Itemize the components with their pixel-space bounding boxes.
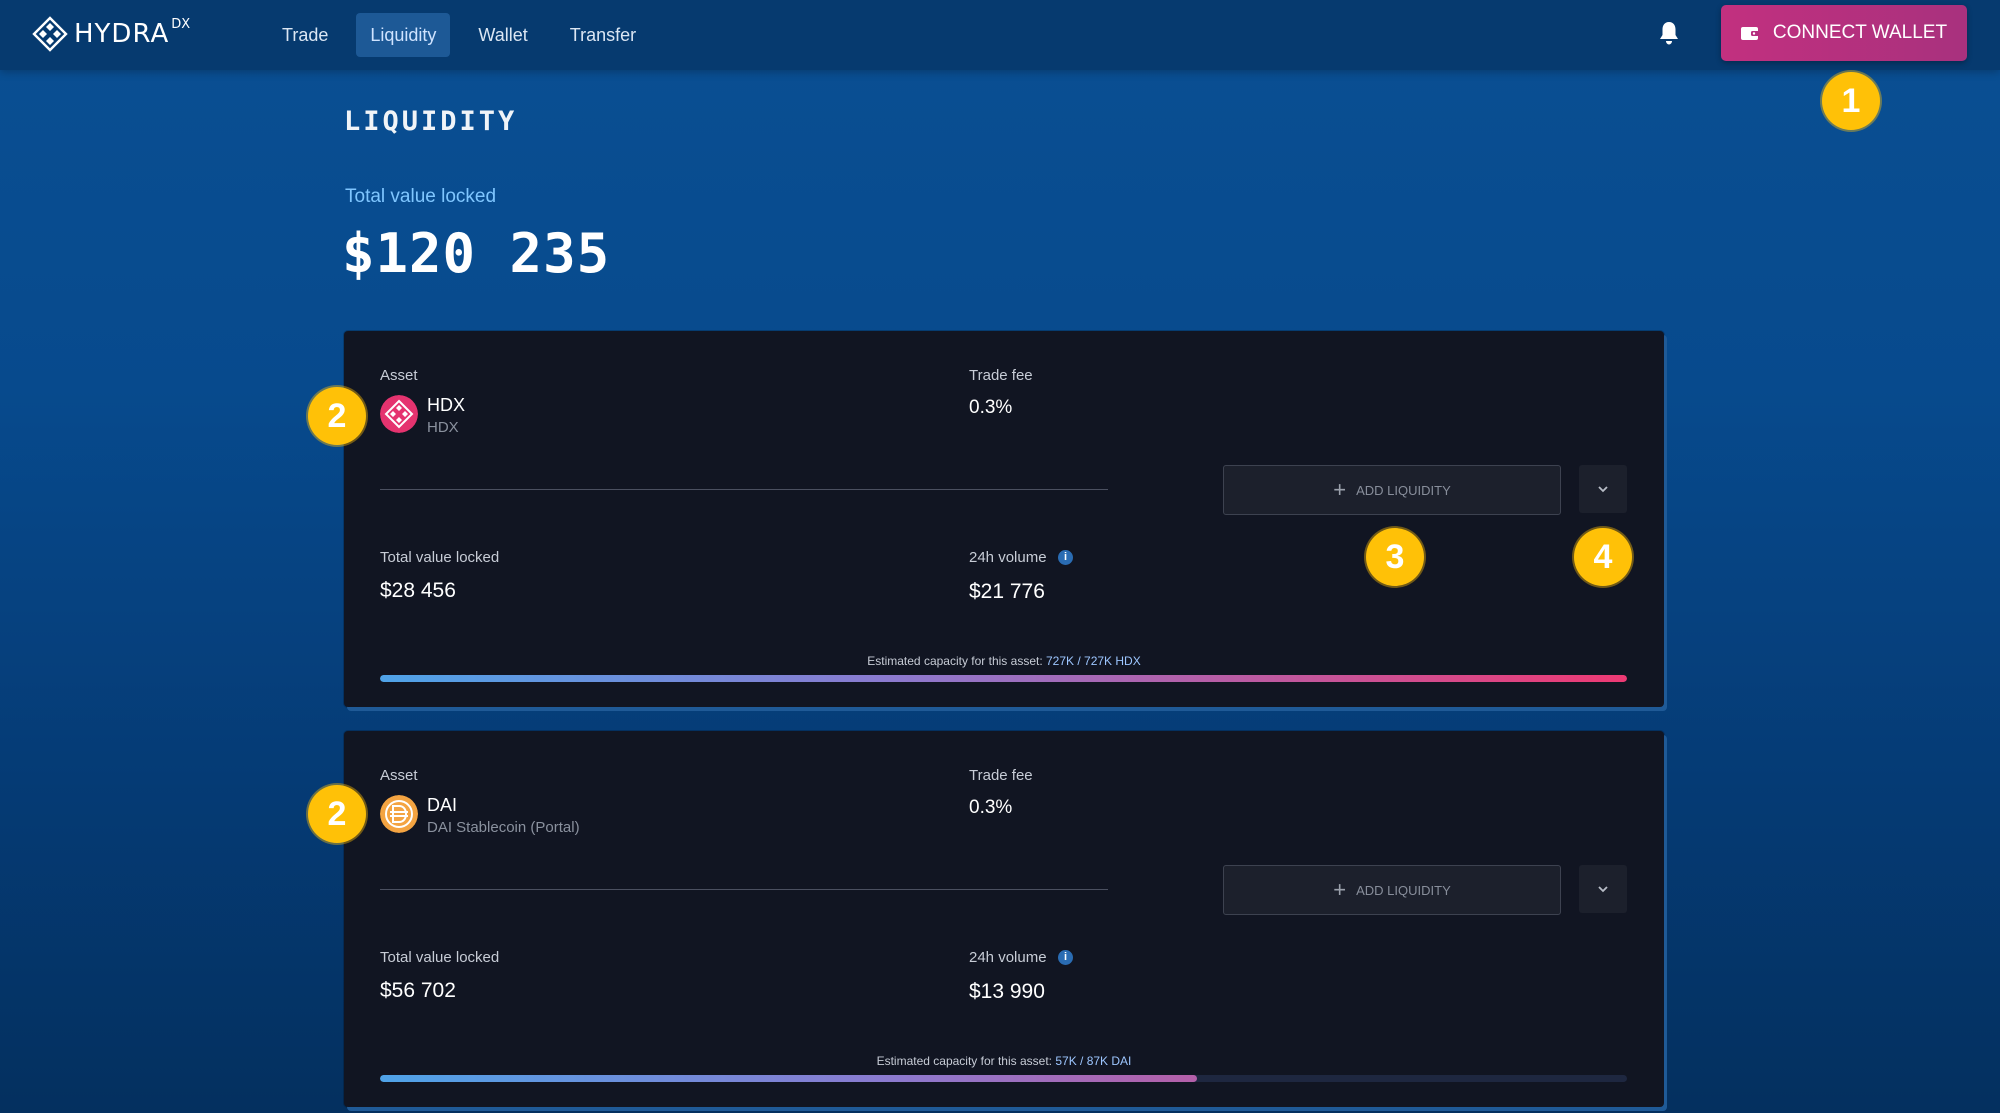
divider <box>380 489 1108 490</box>
trade-fee-label: Trade fee <box>969 767 1033 784</box>
capacity-label: Estimated capacity for this asset: <box>876 1054 1052 1068</box>
trade-fee-value: 0.3% <box>969 797 1013 818</box>
add-liquidity-label: ADD LIQUIDITY <box>1356 482 1451 498</box>
pool-card-hdx: Asset HDX HDX Trade fee 0.3% + ADD LIQUI… <box>344 331 1664 707</box>
plus-icon: + <box>1333 877 1347 902</box>
volume-24h-value: $13 990 <box>969 980 1045 1003</box>
chevron-down-icon <box>1598 886 1608 893</box>
capacity-bar-fill <box>380 1075 1197 1082</box>
top-bar: HYDRA DX Trade Liquidity Wallet Transfer… <box>0 0 2000 70</box>
asset-name: DAI Stablecoin (Portal) <box>427 819 580 836</box>
page-title: LIQUIDITY <box>344 106 518 137</box>
main-nav: Trade Liquidity Wallet Transfer <box>268 13 664 57</box>
capacity-bar <box>380 675 1627 682</box>
connect-wallet-label: CONNECT WALLET <box>1772 22 1948 43</box>
logo-text: HYDRA <box>74 19 170 49</box>
hdx-token-icon <box>380 395 418 433</box>
annotation-marker-4: 4 <box>1574 528 1632 586</box>
pool-tvl-label: Total value locked <box>380 949 500 966</box>
dai-token-icon <box>380 795 418 833</box>
pool-card-dai: Asset DAI DAI Stablecoin (Portal) Trade … <box>344 731 1664 1107</box>
pool-tvl-value: $56 702 <box>380 979 456 1002</box>
capacity-value: 727K / 727K HDX <box>1046 654 1141 668</box>
logo-superscript: DX <box>171 16 191 32</box>
add-liquidity-button[interactable]: + ADD LIQUIDITY <box>1223 865 1561 915</box>
capacity-text: Estimated capacity for this asset: 727K … <box>344 654 1664 668</box>
total-value-locked-label: Total value locked <box>345 186 497 207</box>
volume-24h-value: $21 776 <box>969 580 1045 603</box>
plus-icon: + <box>1333 477 1347 502</box>
annotation-marker-1: 1 <box>1822 72 1880 130</box>
hydradx-logo-icon <box>32 16 68 52</box>
capacity-bar <box>380 1075 1627 1082</box>
capacity-label: Estimated capacity for this asset: <box>867 654 1043 668</box>
divider <box>380 889 1108 890</box>
chevron-down-icon <box>1598 486 1608 493</box>
pool-tvl-label: Total value locked <box>380 549 500 566</box>
info-icon[interactable]: i <box>1058 550 1073 565</box>
info-icon[interactable]: i <box>1058 950 1073 965</box>
hydradx-logo[interactable]: HYDRA DX <box>32 14 190 54</box>
connect-wallet-button[interactable]: CONNECT WALLET <box>1721 5 1967 61</box>
capacity-value: 57K / 87K DAI <box>1055 1054 1132 1068</box>
nav-wallet[interactable]: Wallet <box>464 13 541 57</box>
nav-transfer[interactable]: Transfer <box>556 13 650 57</box>
capacity-text: Estimated capacity for this asset: 57K /… <box>344 1054 1664 1068</box>
annotation-marker-2: 2 <box>308 387 366 445</box>
annotation-marker-2: 2 <box>308 785 366 843</box>
add-liquidity-label: ADD LIQUIDITY <box>1356 882 1451 898</box>
pool-tvl-value: $28 456 <box>380 579 456 602</box>
nav-trade[interactable]: Trade <box>268 13 342 57</box>
asset-symbol: HDX <box>427 395 466 415</box>
nav-liquidity[interactable]: Liquidity <box>356 13 451 57</box>
expand-pool-button[interactable] <box>1579 865 1627 913</box>
bell-icon[interactable] <box>1658 20 1680 46</box>
asset-symbol: DAI <box>427 795 458 815</box>
expand-pool-button[interactable] <box>1579 465 1627 513</box>
volume-24h-label: 24h volume <box>969 949 1047 966</box>
asset-label: Asset <box>380 367 418 384</box>
trade-fee-value: 0.3% <box>969 397 1013 418</box>
wallet-icon <box>1740 27 1759 40</box>
trade-fee-label: Trade fee <box>969 367 1033 384</box>
asset-name: HDX <box>427 419 459 436</box>
volume-24h-label: 24h volume <box>969 549 1047 566</box>
asset-label: Asset <box>380 767 418 784</box>
capacity-bar-fill <box>380 675 1627 682</box>
add-liquidity-button[interactable]: + ADD LIQUIDITY <box>1223 465 1561 515</box>
total-value-locked-value: $120 235 <box>342 222 611 285</box>
annotation-marker-3: 3 <box>1366 528 1424 586</box>
